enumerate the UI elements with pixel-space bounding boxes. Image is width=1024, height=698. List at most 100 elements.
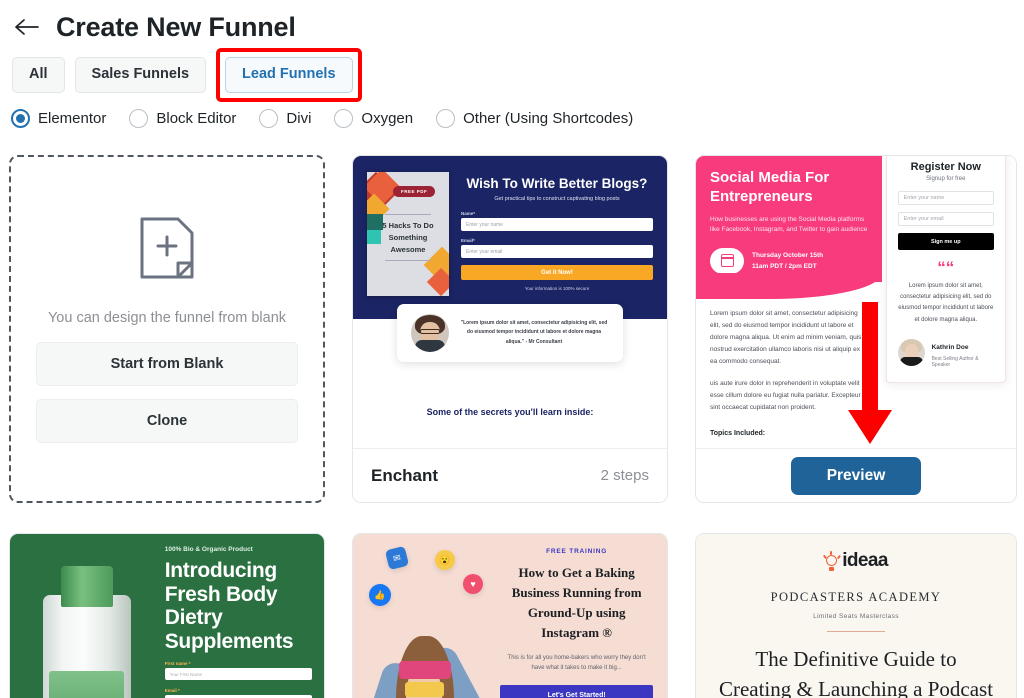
tab-lead-funnels[interactable]: Lead Funnels — [225, 57, 353, 93]
page-builder-radio-group: Elementor Block Editor Divi Oxygen Other… — [0, 94, 1024, 134]
enchant-secrets-heading: Some of the secrets you'll learn inside: — [426, 407, 594, 417]
social-media-card-footer: Preview — [696, 448, 1016, 502]
radio-dot-icon — [11, 109, 30, 128]
preview-button[interactable]: Preview — [790, 456, 922, 495]
avatar — [411, 314, 449, 352]
social-media-description: How businesses are using the Social Medi… — [710, 215, 868, 234]
radio-block-editor[interactable]: Block Editor — [129, 109, 236, 128]
blank-funnel-card: You can design the funnel from blank Sta… — [9, 155, 325, 503]
radio-oxygen[interactable]: Oxygen — [334, 109, 413, 128]
register-signup-button[interactable]: Sign me up — [897, 233, 994, 250]
ebook-title: 5 Hacks To Do Something Awesome — [382, 221, 434, 254]
template-grid: You can design the funnel from blank Sta… — [9, 155, 1017, 698]
register-title: Register Now — [910, 161, 981, 173]
radio-dot-icon — [436, 109, 456, 128]
start-from-blank-button[interactable]: Start from Blank — [36, 342, 298, 386]
email-label-text: Email — [164, 688, 177, 694]
radio-dot-icon — [259, 109, 279, 128]
blank-card-description: You can design the funnel from blank — [47, 310, 287, 326]
template-preview-supplements: fresh BODY DIETARY SUPPLEMENT 100% Bio &… — [10, 534, 324, 698]
radio-other-shortcodes[interactable]: Other (Using Shortcodes) — [436, 109, 633, 128]
baking-cta-button[interactable]: Let's Get Started! — [500, 685, 653, 698]
template-preview-podcast: ideaa PODCASTERS ACADEMY Limited Seats M… — [696, 534, 1016, 698]
enchant-email-label: Email* — [461, 238, 475, 243]
template-card-enchant[interactable]: FREE PDF 5 Hacks To Do Something Awesome… — [352, 155, 668, 503]
register-email-input[interactable]: Enter your email — [897, 212, 994, 226]
enchant-hero: FREE PDF 5 Hacks To Do Something Awesome… — [353, 156, 667, 319]
enchant-email-input[interactable]: Enter your email — [461, 245, 653, 258]
podcast-headline: The Definitive Guide to Creating & Launc… — [718, 647, 994, 698]
template-card-podcast[interactable]: ideaa PODCASTERS ACADEMY Limited Seats M… — [695, 533, 1017, 698]
social-media-quote-text: Lorem ipsum dolor sit amet, consectetur … — [898, 282, 994, 323]
red-down-arrow-annotation — [844, 302, 896, 448]
enchant-name-label: Name* — [461, 211, 476, 216]
supplement-firstname-label: First name * — [164, 661, 191, 667]
quote-mark-icon: ““ — [937, 258, 955, 277]
podcast-kicker: PODCASTERS ACADEMY — [770, 590, 942, 604]
template-card-baking[interactable]: ✉ 😮 ♥ 👍 FREE TRAINING How to Get a Bakin… — [352, 533, 668, 698]
ebook-badge: FREE PDF — [393, 186, 436, 197]
tab-sales-funnels[interactable]: Sales Funnels — [74, 57, 207, 93]
create-funnel-page: Create New Funnel All Sales Funnels Lead… — [0, 0, 1024, 698]
radio-label-other: Other (Using Shortcodes) — [463, 110, 634, 127]
divider — [827, 631, 885, 633]
template-preview-social-media: Social Media For Entrepreneurs How busin… — [696, 156, 1016, 448]
messenger-icon: ✉ — [384, 545, 410, 571]
social-media-date-block: Thursday October 15th 11am PDT / 2pm EDT — [710, 247, 868, 274]
radio-label-divi: Divi — [286, 110, 312, 127]
wow-emoji-icon: 😮 — [435, 550, 455, 570]
supplement-kicker: 100% Bio & Organic Product — [164, 546, 253, 553]
funnel-type-tabs: All Sales Funnels Lead Funnels — [0, 46, 1024, 102]
enchant-template-name: Enchant — [371, 465, 439, 485]
register-subtitle: Signup for free — [926, 176, 966, 182]
page-header: Create New Funnel — [0, 0, 1024, 46]
person-name: Kathrin Doe — [931, 344, 969, 352]
radio-dot-icon — [334, 109, 354, 128]
radio-elementor[interactable]: Elementor — [11, 109, 106, 128]
enchant-headline: Wish To Write Better Blogs? — [466, 176, 648, 191]
date-line-1: Thursday October 15th — [752, 251, 824, 259]
template-card-supplements[interactable]: fresh BODY DIETARY SUPPLEMENT 100% Bio &… — [9, 533, 325, 698]
date-line-2: 11am PDT / 2pm EDT — [752, 262, 817, 270]
page-title: Create New Funnel — [56, 11, 296, 42]
podcast-logo: ideaa — [718, 550, 994, 572]
firstname-label-text: First name — [164, 661, 188, 667]
avatar — [897, 338, 925, 366]
enchant-testimonial-text: "Lorem ipsum dolor sit amet, consectetur… — [460, 320, 608, 345]
radio-dot-icon — [129, 109, 149, 128]
podcast-subheadline: Limited Seats Masterclass — [813, 613, 899, 620]
radio-label-oxygen: Oxygen — [361, 110, 414, 127]
enchant-optin-form: Wish To Write Better Blogs? Get practica… — [461, 172, 653, 297]
social-media-register-panel: Register Now Signup for free Enter your … — [885, 156, 1006, 384]
register-name-input[interactable]: Enter your name — [897, 191, 994, 205]
document-plus-icon — [138, 215, 196, 286]
clone-button[interactable]: Clone — [36, 399, 298, 443]
supplement-optin: 100% Bio & Organic Product Introducing F… — [161, 534, 324, 698]
enchant-cta-button[interactable]: Get it Now! — [461, 265, 653, 280]
supplement-headline: Introducing Fresh Body Dietry Supplement… — [164, 559, 294, 653]
heart-emoji-icon: ♥ — [463, 574, 483, 594]
baking-headline: How to Get a Baking Business Running fro… — [511, 565, 642, 641]
social-media-date: Thursday October 15th 11am PDT / 2pm EDT — [752, 250, 823, 272]
back-arrow-icon[interactable] — [12, 12, 42, 42]
enchant-name-input[interactable]: Enter your name — [461, 218, 653, 231]
calendar-icon — [710, 247, 744, 274]
template-card-social-media[interactable]: Social Media For Entrepreneurs How busin… — [695, 155, 1017, 503]
baking-hero-image: ✉ 😮 ♥ 👍 — [353, 534, 516, 698]
enchant-card-footer: Enchant 2 steps — [353, 448, 667, 502]
enchant-subheadline: Get practical tips to construct captivat… — [494, 196, 620, 202]
lead-funnels-highlight-box: Lead Funnels — [216, 48, 362, 102]
enchant-testimonial: "Lorem ipsum dolor sit amet, consectetur… — [397, 304, 623, 362]
tab-all[interactable]: All — [12, 57, 65, 93]
radio-label-block-editor: Block Editor — [156, 110, 237, 127]
radio-divi[interactable]: Divi — [259, 109, 311, 128]
podcast-logo-text: ideaa — [842, 550, 888, 571]
supplement-bottle-image: fresh BODY DIETARY SUPPLEMENT — [10, 534, 161, 698]
baking-kicker: FREE TRAINING — [546, 548, 608, 555]
enchant-ebook-cover: FREE PDF 5 Hacks To Do Something Awesome — [367, 172, 449, 296]
social-media-person: Kathrin Doe Best Selling Author & Speake… — [897, 336, 994, 368]
template-preview-baking: ✉ 😮 ♥ 👍 FREE TRAINING How to Get a Bakin… — [353, 534, 667, 698]
template-preview-enchant: FREE PDF 5 Hacks To Do Something Awesome… — [353, 156, 667, 448]
supplement-firstname-input[interactable]: Your First Name — [164, 668, 312, 681]
lightbulb-icon — [823, 550, 841, 571]
